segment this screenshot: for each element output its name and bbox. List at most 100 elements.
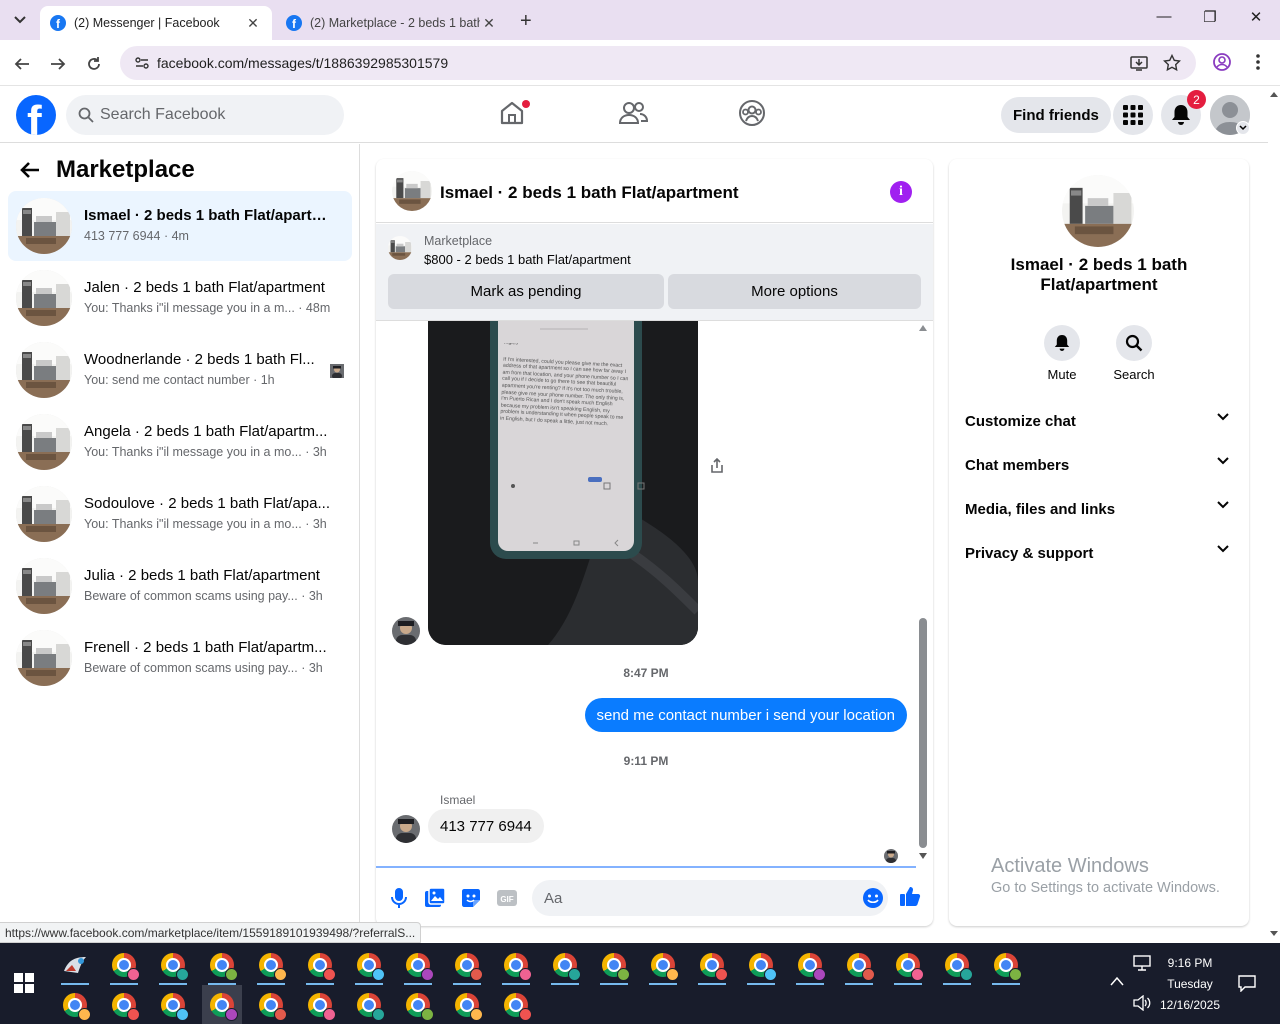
search-in-chat-button[interactable]: Search bbox=[1104, 325, 1164, 382]
taskbar-chrome-icon[interactable] bbox=[55, 985, 95, 1024]
install-app-icon[interactable] bbox=[1130, 54, 1148, 72]
sticker-icon[interactable] bbox=[460, 887, 482, 909]
mute-button[interactable]: Mute bbox=[1032, 325, 1092, 382]
listing-thumbnail[interactable] bbox=[388, 236, 412, 260]
microphone-icon[interactable] bbox=[388, 887, 410, 909]
site-settings-icon[interactable] bbox=[134, 55, 150, 71]
taskbar-chrome-icon[interactable] bbox=[937, 945, 977, 985]
conversation-item[interactable]: Jalen · 2 beds 1 bath Flat/apartment You:… bbox=[8, 263, 352, 333]
facebook-search-input[interactable]: Search Facebook bbox=[66, 95, 344, 135]
conversation-item[interactable]: Julia · 2 beds 1 bath Flat/apartment Bewa… bbox=[8, 551, 352, 621]
conversation-item[interactable]: Ismael · 2 beds 1 bath Flat/apartm... 413… bbox=[8, 191, 352, 261]
taskbar-chrome-icon[interactable] bbox=[496, 985, 536, 1024]
taskbar-chrome-icon[interactable] bbox=[300, 945, 340, 985]
info-button[interactable]: i bbox=[890, 181, 912, 203]
taskbar-chrome-icon[interactable] bbox=[741, 945, 781, 985]
page-scroll-arrows[interactable] bbox=[1268, 87, 1280, 943]
taskbar-chrome-icon[interactable] bbox=[594, 945, 634, 985]
details-section-row[interactable]: Customize chat bbox=[957, 399, 1241, 443]
taskbar-chrome-icon[interactable] bbox=[496, 945, 536, 985]
taskbar-chrome-icon[interactable] bbox=[545, 945, 585, 985]
restore-button[interactable]: ❐ bbox=[1195, 8, 1225, 26]
details-section-row[interactable]: Chat members bbox=[957, 443, 1241, 487]
taskbar-chrome-icon[interactable] bbox=[692, 945, 732, 985]
details-section-row[interactable]: Privacy & support bbox=[957, 531, 1241, 575]
outgoing-message[interactable]: send me contact number i send your locat… bbox=[584, 698, 907, 732]
conversation-item[interactable]: Angela · 2 beds 1 bath Flat/apartm... You… bbox=[8, 407, 352, 477]
taskbar-chrome-icon[interactable] bbox=[202, 985, 242, 1024]
taskbar-chrome-icon[interactable] bbox=[153, 985, 193, 1024]
friends-nav-button[interactable] bbox=[618, 99, 650, 131]
forward-button[interactable] bbox=[46, 52, 70, 76]
taskbar-chrome-icon[interactable] bbox=[447, 985, 487, 1024]
facebook-logo[interactable]: f bbox=[16, 95, 56, 135]
taskbar-chrome-icon[interactable] bbox=[888, 945, 928, 985]
close-window-button[interactable]: ✕ bbox=[1241, 8, 1271, 26]
scroll-up-arrow[interactable] bbox=[919, 325, 927, 331]
find-friends-button[interactable]: Find friends bbox=[1001, 97, 1111, 133]
taskbar-chrome-icon[interactable] bbox=[790, 945, 830, 985]
home-nav-button[interactable] bbox=[498, 99, 530, 131]
action-center-icon[interactable] bbox=[1238, 975, 1256, 992]
taskbar-chrome-icon[interactable] bbox=[398, 945, 438, 985]
taskbar-chrome-icon[interactable] bbox=[153, 945, 193, 985]
sender-avatar[interactable] bbox=[392, 617, 420, 645]
bookmark-star-icon[interactable] bbox=[1163, 54, 1181, 72]
thumbs-up-icon[interactable] bbox=[899, 885, 921, 907]
taskbar-chrome-icon[interactable] bbox=[986, 945, 1026, 985]
page-scrollbar[interactable] bbox=[1268, 87, 1280, 943]
taskbar-chrome-icon[interactable] bbox=[202, 945, 242, 985]
kebab-menu-icon[interactable] bbox=[1254, 53, 1262, 71]
close-icon[interactable]: ✕ bbox=[244, 14, 262, 32]
groups-nav-button[interactable] bbox=[738, 99, 770, 131]
reload-button[interactable] bbox=[82, 52, 106, 76]
volume-icon[interactable] bbox=[1133, 995, 1151, 1011]
taskbar-chrome-icon[interactable] bbox=[839, 945, 879, 985]
tab-messenger[interactable]: f (2) Messenger | Facebook ✕ bbox=[40, 6, 272, 40]
taskbar-chrome-icon[interactable] bbox=[251, 945, 291, 985]
more-options-button[interactable]: More options bbox=[668, 274, 921, 309]
taskbar-chrome-icon[interactable] bbox=[251, 985, 291, 1024]
back-arrow-icon[interactable] bbox=[20, 161, 40, 179]
gif-icon[interactable]: GIF bbox=[496, 887, 518, 909]
taskbar-chrome-icon[interactable] bbox=[300, 985, 340, 1024]
profile-icon[interactable] bbox=[1213, 53, 1231, 71]
url-text[interactable]: facebook.com/messages/t/1886392985301579 bbox=[157, 55, 448, 71]
conversation-item[interactable]: Woodnerlande · 2 beds 1 bath Fl... You: s… bbox=[8, 335, 352, 405]
sender-avatar[interactable] bbox=[392, 815, 420, 843]
system-clock[interactable]: 9:16 PM Tuesday 12/16/2025 bbox=[1158, 953, 1222, 1016]
taskbar-chrome-icon[interactable] bbox=[643, 945, 683, 985]
tab-search-button[interactable] bbox=[6, 8, 34, 32]
taskbar-chrome-icon[interactable] bbox=[104, 945, 144, 985]
details-section-row[interactable]: Media, files and links bbox=[957, 487, 1241, 531]
taskbar-chrome-icon[interactable] bbox=[349, 945, 389, 985]
taskbar-chrome-icon[interactable] bbox=[447, 945, 487, 985]
scroll-down-arrow[interactable] bbox=[919, 853, 927, 859]
mark-as-pending-button[interactable]: Mark as pending bbox=[388, 274, 664, 309]
taskbar-app-icon[interactable] bbox=[55, 945, 95, 985]
listing-title[interactable]: $800 - 2 beds 1 bath Flat/apartment bbox=[424, 252, 631, 267]
windows-start-icon[interactable] bbox=[14, 973, 34, 993]
taskbar-chrome-icon[interactable] bbox=[104, 985, 144, 1024]
menu-button[interactable] bbox=[1113, 95, 1153, 135]
tab-marketplace[interactable]: f (2) Marketplace - 2 beds 1 bath ✕ bbox=[276, 6, 512, 40]
conversation-item[interactable]: Frenell · 2 beds 1 bath Flat/apartm... Be… bbox=[8, 623, 352, 693]
emoji-icon[interactable] bbox=[862, 887, 884, 909]
message-input[interactable]: Aa bbox=[532, 880, 888, 916]
account-chevron[interactable] bbox=[1236, 121, 1250, 135]
taskbar-chrome-icon[interactable] bbox=[398, 985, 438, 1024]
chevron-up-icon[interactable] bbox=[1110, 976, 1124, 986]
details-listing-thumbnail[interactable] bbox=[1062, 175, 1134, 247]
scroll-thumb[interactable] bbox=[919, 618, 927, 848]
message-photo[interactable]: Inglés If I'm interested, could you plea… bbox=[428, 321, 698, 645]
minimize-button[interactable]: — bbox=[1149, 8, 1179, 25]
share-icon[interactable] bbox=[709, 458, 725, 474]
taskbar-chrome-icon[interactable] bbox=[349, 985, 389, 1024]
incoming-message[interactable]: 413 777 6944 bbox=[428, 809, 544, 843]
message-scrollbar[interactable] bbox=[916, 321, 930, 866]
new-tab-button[interactable]: + bbox=[520, 10, 532, 33]
photo-icon[interactable] bbox=[424, 887, 446, 909]
close-icon[interactable]: ✕ bbox=[480, 14, 498, 32]
address-bar[interactable]: facebook.com/messages/t/1886392985301579 bbox=[120, 46, 1196, 80]
network-icon[interactable] bbox=[1133, 955, 1151, 971]
